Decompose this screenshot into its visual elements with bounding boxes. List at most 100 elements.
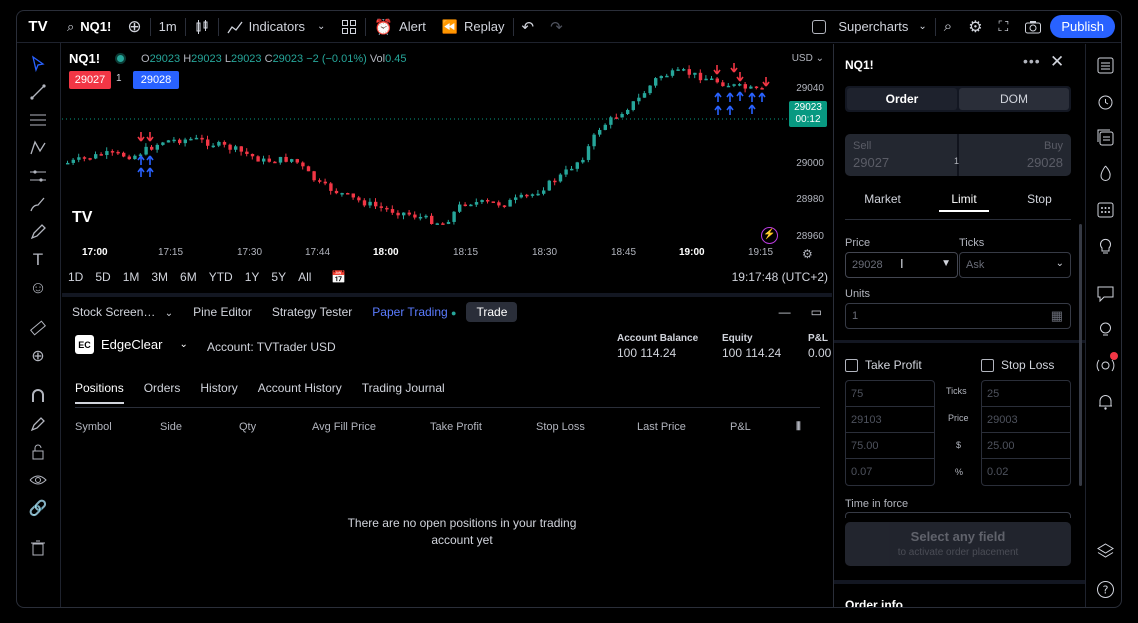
forecast-tools-icon[interactable]	[27, 165, 49, 187]
tab-account-history[interactable]: Account History	[258, 381, 342, 404]
tab-market[interactable]: Market	[864, 192, 901, 212]
layouts-icon[interactable]	[333, 11, 365, 43]
clock[interactable]: 19:17:48 (UTC+2)	[732, 270, 828, 284]
currency-label[interactable]: USD ⌄	[792, 53, 824, 64]
range-5d[interactable]: 5D	[89, 270, 116, 284]
tp-percent-input[interactable]: 0.07	[846, 459, 934, 485]
tab-order[interactable]: Order	[847, 88, 957, 110]
tradingview-logo[interactable]: TV	[17, 11, 59, 43]
tab-trade[interactable]: Trade	[466, 302, 518, 322]
ruler-icon[interactable]	[27, 317, 49, 339]
tp-ticks-input[interactable]: 75	[846, 381, 934, 407]
sell-price[interactable]: 29027	[853, 155, 889, 170]
chart-buy-button[interactable]: 29028	[133, 71, 179, 89]
replay-button[interactable]: ⏪ Replay	[434, 11, 513, 43]
layers-icon[interactable]	[1094, 540, 1116, 562]
column-header[interactable]: Last Price	[637, 421, 686, 433]
tab-limit[interactable]: Limit	[939, 192, 989, 212]
stop-loss-toggle[interactable]: Stop Loss	[981, 358, 1054, 372]
eye-icon[interactable]	[27, 469, 49, 491]
chart-quantity[interactable]: 1	[116, 73, 122, 84]
range-all[interactable]: All	[292, 270, 317, 284]
range-1d[interactable]: 1D	[62, 270, 89, 284]
tp-price-input[interactable]: 29103	[846, 407, 934, 433]
take-profit-checkbox[interactable]	[845, 358, 858, 372]
magnet-icon[interactable]	[27, 385, 49, 407]
streams-bulb-icon[interactable]	[1094, 318, 1116, 340]
column-header[interactable]: Qty	[239, 421, 256, 433]
compare-add-icon[interactable]: ⊕	[119, 11, 149, 43]
units-input[interactable]: 1 ▦	[845, 303, 1071, 329]
quick-search-icon[interactable]: ⌕	[936, 11, 960, 43]
interval-button[interactable]: 1m	[151, 11, 185, 43]
undo-icon[interactable]: ↶	[514, 11, 543, 43]
broker-selector[interactable]: EC EdgeClear ⌄	[75, 335, 188, 354]
trash-icon[interactable]	[27, 537, 49, 559]
range-1y[interactable]: 1Y	[239, 270, 266, 284]
tab-stock-screener[interactable]: Stock Screen… ⌄	[62, 305, 183, 319]
range-6m[interactable]: 6M	[174, 270, 203, 284]
pen-icon[interactable]	[27, 221, 49, 243]
ticks-select[interactable]: Ask ⌄	[959, 252, 1071, 278]
order-panel-scrollbar[interactable]	[1079, 224, 1082, 486]
close-icon[interactable]: ✕	[1050, 52, 1064, 72]
zoom-in-icon[interactable]: ⊕	[27, 345, 49, 367]
time-axis[interactable]: 17:00 17:15 17:30 17:44 18:00 18:15 18:3…	[62, 247, 813, 265]
tab-paper-trading[interactable]: Paper Trading ●	[362, 305, 466, 319]
lock-icon[interactable]	[27, 441, 49, 463]
candles-type-icon[interactable]	[186, 11, 218, 43]
watchlist-icon[interactable]	[1094, 54, 1116, 76]
tab-pine-editor[interactable]: Pine Editor	[183, 305, 262, 319]
column-header[interactable]: Take Profit	[430, 421, 482, 433]
camera-icon[interactable]	[1016, 11, 1050, 43]
help-icon[interactable]: ?	[1094, 578, 1116, 600]
sl-dollar-input[interactable]: 25.00	[982, 433, 1070, 459]
tab-positions[interactable]: Positions	[75, 381, 124, 404]
tab-dom[interactable]: DOM	[959, 88, 1069, 110]
chat-icon[interactable]	[1094, 282, 1116, 304]
column-header[interactable]: Symbol	[75, 421, 112, 433]
link-icon[interactable]: 🔗	[27, 497, 49, 519]
column-header[interactable]: P&L	[730, 421, 751, 433]
tab-strategy-tester[interactable]: Strategy Tester	[262, 305, 362, 319]
axis-settings-icon[interactable]: ⚙	[802, 247, 813, 261]
column-header[interactable]: Stop Loss	[536, 421, 585, 433]
lightning-icon[interactable]: ⚡	[761, 227, 778, 244]
sl-percent-input[interactable]: 0.02	[982, 459, 1070, 485]
place-order-button[interactable]: Select any field to activate order place…	[845, 522, 1071, 566]
tab-trading-journal[interactable]: Trading Journal	[362, 381, 445, 404]
emoji-icon[interactable]: ☺	[27, 277, 49, 299]
tp-dollar-input[interactable]: 75.00	[846, 433, 934, 459]
symbol-search[interactable]: ⌕ NQ1!	[59, 11, 119, 43]
maximize-panel-icon[interactable]: ▭	[801, 305, 832, 319]
brush-icon[interactable]	[27, 193, 49, 215]
chart-sell-button[interactable]: 29027	[69, 71, 111, 89]
lock-pencil-icon[interactable]	[27, 413, 49, 435]
ideas-lightbulb-icon[interactable]	[1094, 234, 1116, 256]
indicators-button[interactable]: Indicators ⌄	[219, 11, 334, 43]
sl-price-input[interactable]: 29003	[982, 407, 1070, 433]
minimize-panel-icon[interactable]: —	[769, 305, 801, 319]
tab-stop[interactable]: Stop	[1027, 192, 1052, 212]
calendar-icon[interactable]	[1094, 198, 1116, 220]
patterns-icon[interactable]	[27, 137, 49, 159]
range-3m[interactable]: 3M	[145, 270, 174, 284]
cursor-icon[interactable]	[27, 53, 49, 75]
object-tree-icon[interactable]	[1094, 126, 1116, 148]
column-header[interactable]: Avg Fill Price	[312, 421, 376, 433]
sl-ticks-input[interactable]: 25	[982, 381, 1070, 407]
fib-retracement-icon[interactable]	[27, 109, 49, 131]
order-info-heading[interactable]: Order info	[845, 598, 903, 607]
column-settings-icon[interactable]: ⦀	[796, 421, 801, 434]
tab-history[interactable]: History	[200, 381, 237, 404]
go-to-date-icon[interactable]: 📅	[325, 270, 352, 284]
hotlist-flame-icon[interactable]	[1094, 162, 1116, 184]
calculator-icon[interactable]: ▦	[1051, 308, 1063, 324]
range-ytd[interactable]: YTD	[203, 270, 239, 284]
notifications-bell-icon[interactable]	[1094, 390, 1116, 412]
gear-icon[interactable]: ⚙	[960, 11, 990, 43]
alarm-clock-icon[interactable]	[1094, 90, 1116, 112]
range-5y[interactable]: 5Y	[265, 270, 292, 284]
range-1m[interactable]: 1M	[117, 270, 146, 284]
buy-price[interactable]: 29028	[1027, 155, 1063, 170]
